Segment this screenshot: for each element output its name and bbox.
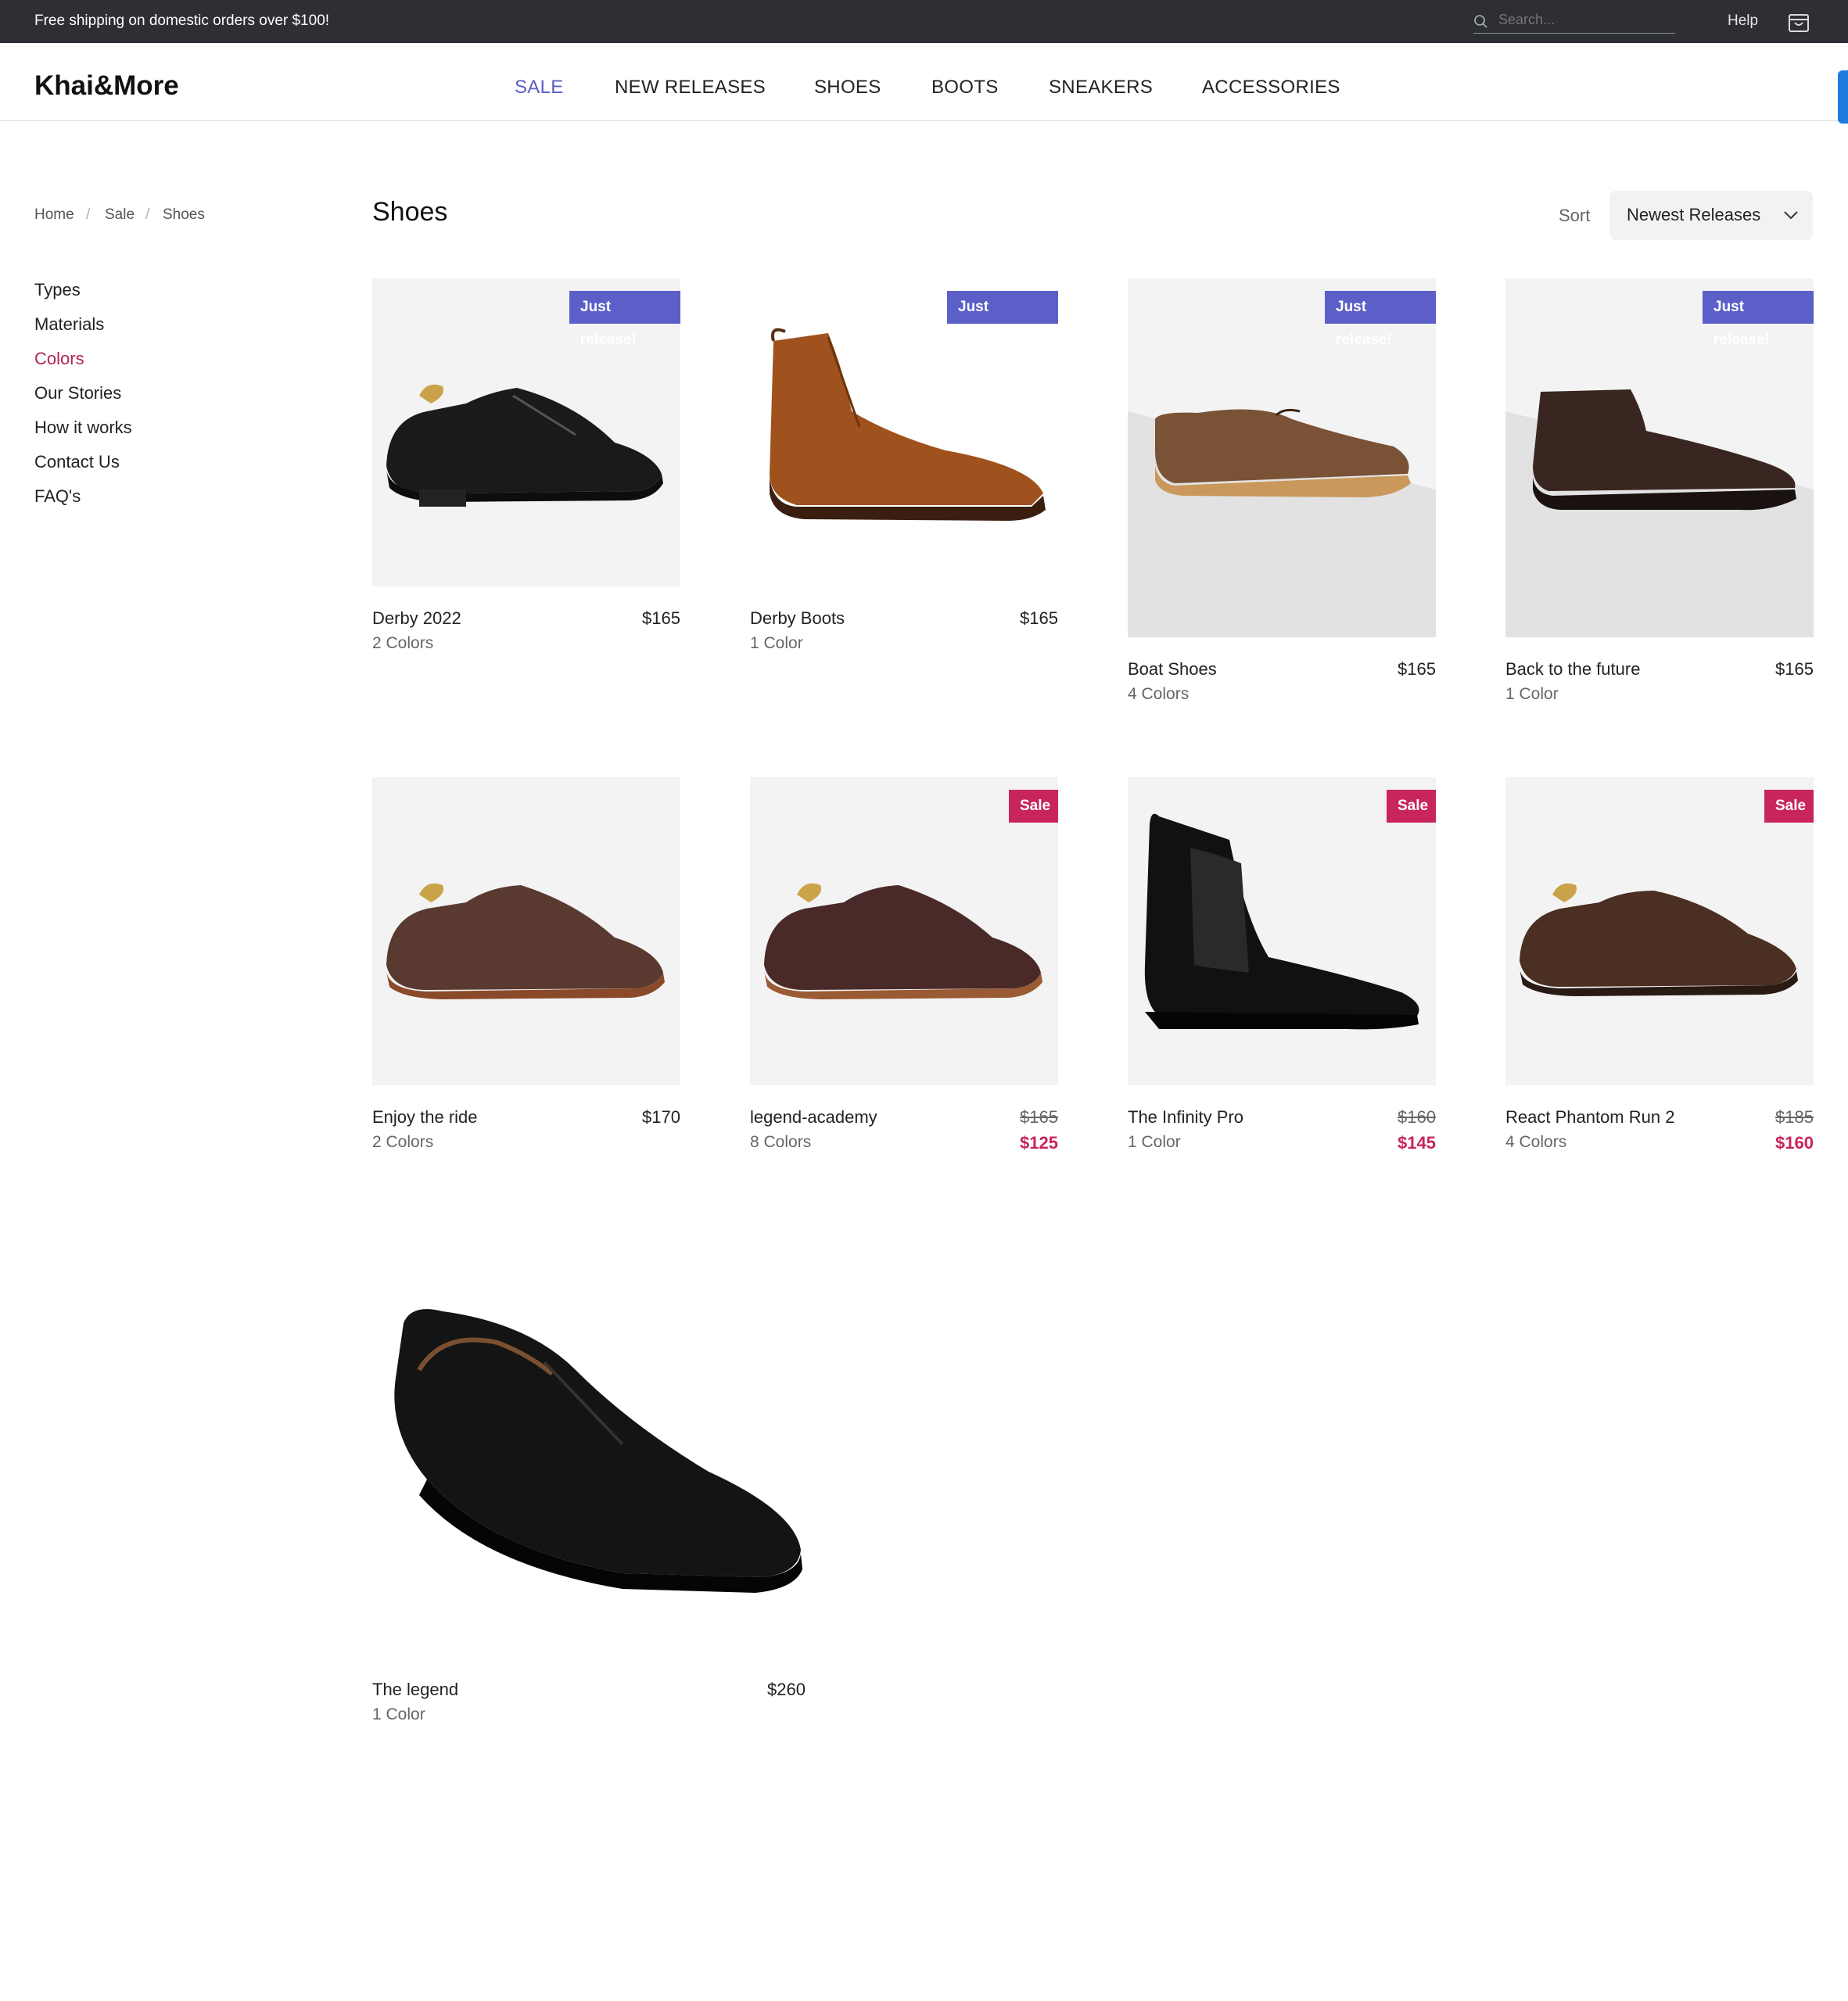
- product-image[interactable]: Sale: [750, 777, 1058, 1085]
- nav-new-releases[interactable]: NEW RELEASES: [615, 77, 766, 99]
- help-link[interactable]: Help: [1728, 13, 1758, 30]
- product-name[interactable]: The Infinity Pro: [1128, 1107, 1243, 1128]
- sidebar-item-contact-us[interactable]: Contact Us: [34, 452, 120, 472]
- suede-shoe-image: [1520, 883, 1798, 996]
- product-price: $260: [767, 1680, 806, 1699]
- product-image[interactable]: Just release!: [372, 278, 680, 586]
- sort-value: Newest Releases: [1627, 205, 1761, 224]
- product-image[interactable]: Just release!: [750, 278, 1058, 586]
- product-name[interactable]: Boat Shoes: [1128, 659, 1217, 680]
- product-name[interactable]: The legend: [372, 1680, 458, 1700]
- product-image[interactable]: Sale: [1128, 777, 1436, 1085]
- product-image[interactable]: Sale: [1505, 777, 1814, 1085]
- nav-accessories[interactable]: ACCESSORIES: [1202, 77, 1340, 99]
- sidebar-item-materials[interactable]: Materials: [34, 314, 104, 335]
- product-name[interactable]: Enjoy the ride: [372, 1107, 478, 1128]
- page-title: Shoes: [372, 197, 448, 227]
- product-image[interactable]: [372, 1276, 806, 1658]
- product-price: $170: [642, 1107, 680, 1127]
- product-original-price: $165: [1020, 1107, 1058, 1127]
- site-logo[interactable]: Khai&More: [34, 70, 179, 102]
- announcement-bar: Free shipping on domestic orders over $1…: [0, 0, 1848, 43]
- sort-dropdown[interactable]: Newest Releases: [1609, 191, 1813, 240]
- breadcrumb-separator: /: [86, 206, 91, 223]
- sidebar-item-types[interactable]: Types: [34, 280, 81, 300]
- product-name[interactable]: Derby Boots: [750, 608, 845, 629]
- shipping-notice: Free shipping on domestic orders over $1…: [34, 13, 330, 29]
- cap-toe-oxford-image: [394, 1309, 802, 1593]
- product-price: $165: [1020, 608, 1058, 628]
- side-widget-tab[interactable]: [1838, 70, 1848, 124]
- nav-boots[interactable]: BOOTS: [931, 77, 999, 99]
- product-sale-price: $145: [1398, 1133, 1436, 1153]
- breadcrumb-shoes: Shoes: [163, 206, 205, 223]
- site-header: Khai&More SALE NEW RELEASES SHOES BOOTS …: [0, 43, 1848, 121]
- product-name[interactable]: Derby 2022: [372, 608, 461, 629]
- product-colors: 1 Color: [1505, 685, 1559, 703]
- product-image[interactable]: [372, 777, 680, 1085]
- product-price: $165: [642, 608, 680, 628]
- product-name[interactable]: React Phantom Run 2: [1505, 1107, 1674, 1128]
- product-colors: 4 Colors: [1505, 1133, 1567, 1151]
- just-release-badge: Just release!: [569, 291, 680, 348]
- just-release-badge: Just release!: [1325, 291, 1436, 348]
- just-release-badge: Just release!: [947, 291, 1058, 348]
- breadcrumb-separator: /: [145, 206, 150, 223]
- sidebar-item-faqs[interactable]: FAQ's: [34, 486, 81, 507]
- product-colors: 4 Colors: [1128, 685, 1190, 703]
- nav-shoes[interactable]: SHOES: [814, 77, 881, 99]
- product-image[interactable]: Just release!: [1128, 278, 1436, 637]
- sale-badge: Sale: [1387, 790, 1436, 823]
- shopping-bag-icon[interactable]: [1788, 9, 1810, 33]
- sale-badge: Sale: [1009, 790, 1058, 823]
- just-release-badge: Just release!: [1703, 291, 1814, 348]
- search-input[interactable]: [1498, 11, 1670, 28]
- product-colors: 2 Colors: [372, 634, 434, 652]
- product-colors: 1 Color: [750, 634, 803, 652]
- brogue-shoe-image: [386, 883, 665, 999]
- chelsea-boot-image: [1144, 813, 1419, 1030]
- product-name[interactable]: legend-academy: [750, 1107, 877, 1128]
- search-box[interactable]: [1473, 8, 1675, 34]
- breadcrumb-home[interactable]: Home: [34, 206, 74, 224]
- product-image[interactable]: Just release!: [1505, 278, 1814, 637]
- sidebar-item-how-it-works[interactable]: How it works: [34, 418, 132, 438]
- product-sale-price: $125: [1020, 1133, 1058, 1153]
- sidebar-item-our-stories[interactable]: Our Stories: [34, 383, 121, 403]
- breadcrumb-sale[interactable]: Sale: [105, 206, 135, 224]
- product-original-price: $160: [1398, 1107, 1436, 1127]
- chevron-down-icon: [1784, 211, 1798, 220]
- sale-badge: Sale: [1764, 790, 1814, 823]
- product-sale-price: $160: [1775, 1133, 1814, 1153]
- sidebar-item-colors[interactable]: Colors: [34, 349, 84, 369]
- product-original-price: $185: [1775, 1107, 1814, 1127]
- nav-sneakers[interactable]: SNEAKERS: [1049, 77, 1153, 99]
- product-price: $165: [1398, 659, 1436, 679]
- derby-shoe-image: [764, 883, 1042, 999]
- product-colors: 1 Color: [1128, 1133, 1181, 1151]
- product-colors: 2 Colors: [372, 1133, 434, 1151]
- product-colors: 1 Color: [372, 1705, 425, 1723]
- product-colors: 8 Colors: [750, 1133, 812, 1151]
- product-price: $165: [1775, 659, 1814, 679]
- search-icon: [1474, 15, 1487, 28]
- sort-label: Sort: [1559, 206, 1591, 225]
- product-name[interactable]: Back to the future: [1505, 659, 1640, 680]
- nav-sale[interactable]: SALE: [515, 77, 564, 99]
